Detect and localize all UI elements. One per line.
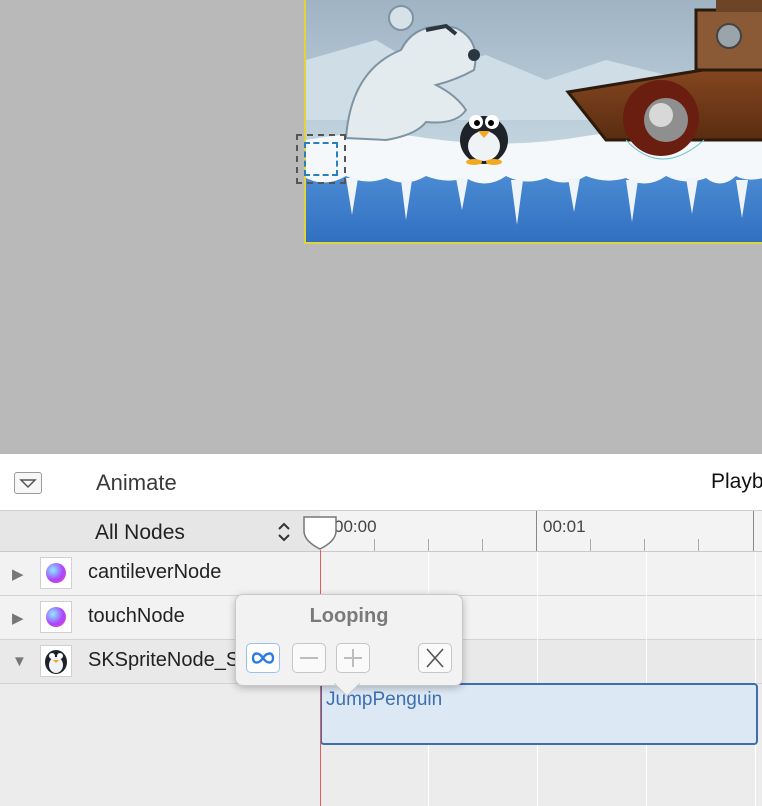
chevron-down-icon [19, 479, 37, 489]
node-label: SKSpriteNode_S [88, 649, 240, 671]
ruler-tick-label: 00:00 [334, 517, 377, 536]
sphere-icon [40, 601, 72, 633]
node-label: cantileverNode [88, 561, 222, 583]
minus-icon [300, 657, 318, 659]
plus-icon [344, 649, 362, 667]
ruler-tick-label: 00:01 [543, 517, 586, 536]
loop-decrement-button[interactable] [292, 643, 326, 673]
updown-chevron-icon[interactable] [274, 519, 294, 545]
animate-bar: Animate Playb [0, 454, 762, 511]
infinity-icon [251, 652, 275, 664]
penguin-icon [40, 645, 72, 677]
timeline-header: All Nodes 00:00 00:01 [0, 511, 762, 552]
loop-forever-button[interactable] [246, 643, 280, 673]
loop-increment-button[interactable] [336, 643, 370, 673]
scene-artwork [306, 0, 762, 242]
remove-loop-button[interactable] [418, 643, 452, 673]
looping-popover: Looping [235, 594, 463, 686]
time-ruler[interactable]: 00:00 00:01 [320, 511, 762, 551]
nodes-filter-select[interactable]: All Nodes [95, 521, 185, 545]
selection-handle[interactable] [296, 134, 346, 184]
node-label: touchNode [88, 605, 185, 627]
animate-title: Animate [96, 470, 177, 495]
panel-toggle-button[interactable] [14, 472, 42, 494]
scene-viewport[interactable] [304, 0, 762, 244]
disclosure-triangle-icon[interactable]: ▶ [12, 565, 24, 583]
close-icon [426, 648, 444, 668]
playhead-knob[interactable] [302, 515, 338, 551]
popover-arrow [334, 683, 360, 697]
playback-label[interactable]: Playb [711, 470, 762, 494]
action-clip[interactable]: JumpPenguin [320, 683, 758, 745]
disclosure-triangle-icon[interactable]: ▼ [12, 653, 27, 670]
popover-title: Looping [309, 605, 389, 627]
disclosure-triangle-icon[interactable]: ▶ [12, 609, 24, 627]
node-row[interactable]: ▶ cantileverNode [0, 552, 762, 596]
sphere-icon [40, 557, 72, 589]
